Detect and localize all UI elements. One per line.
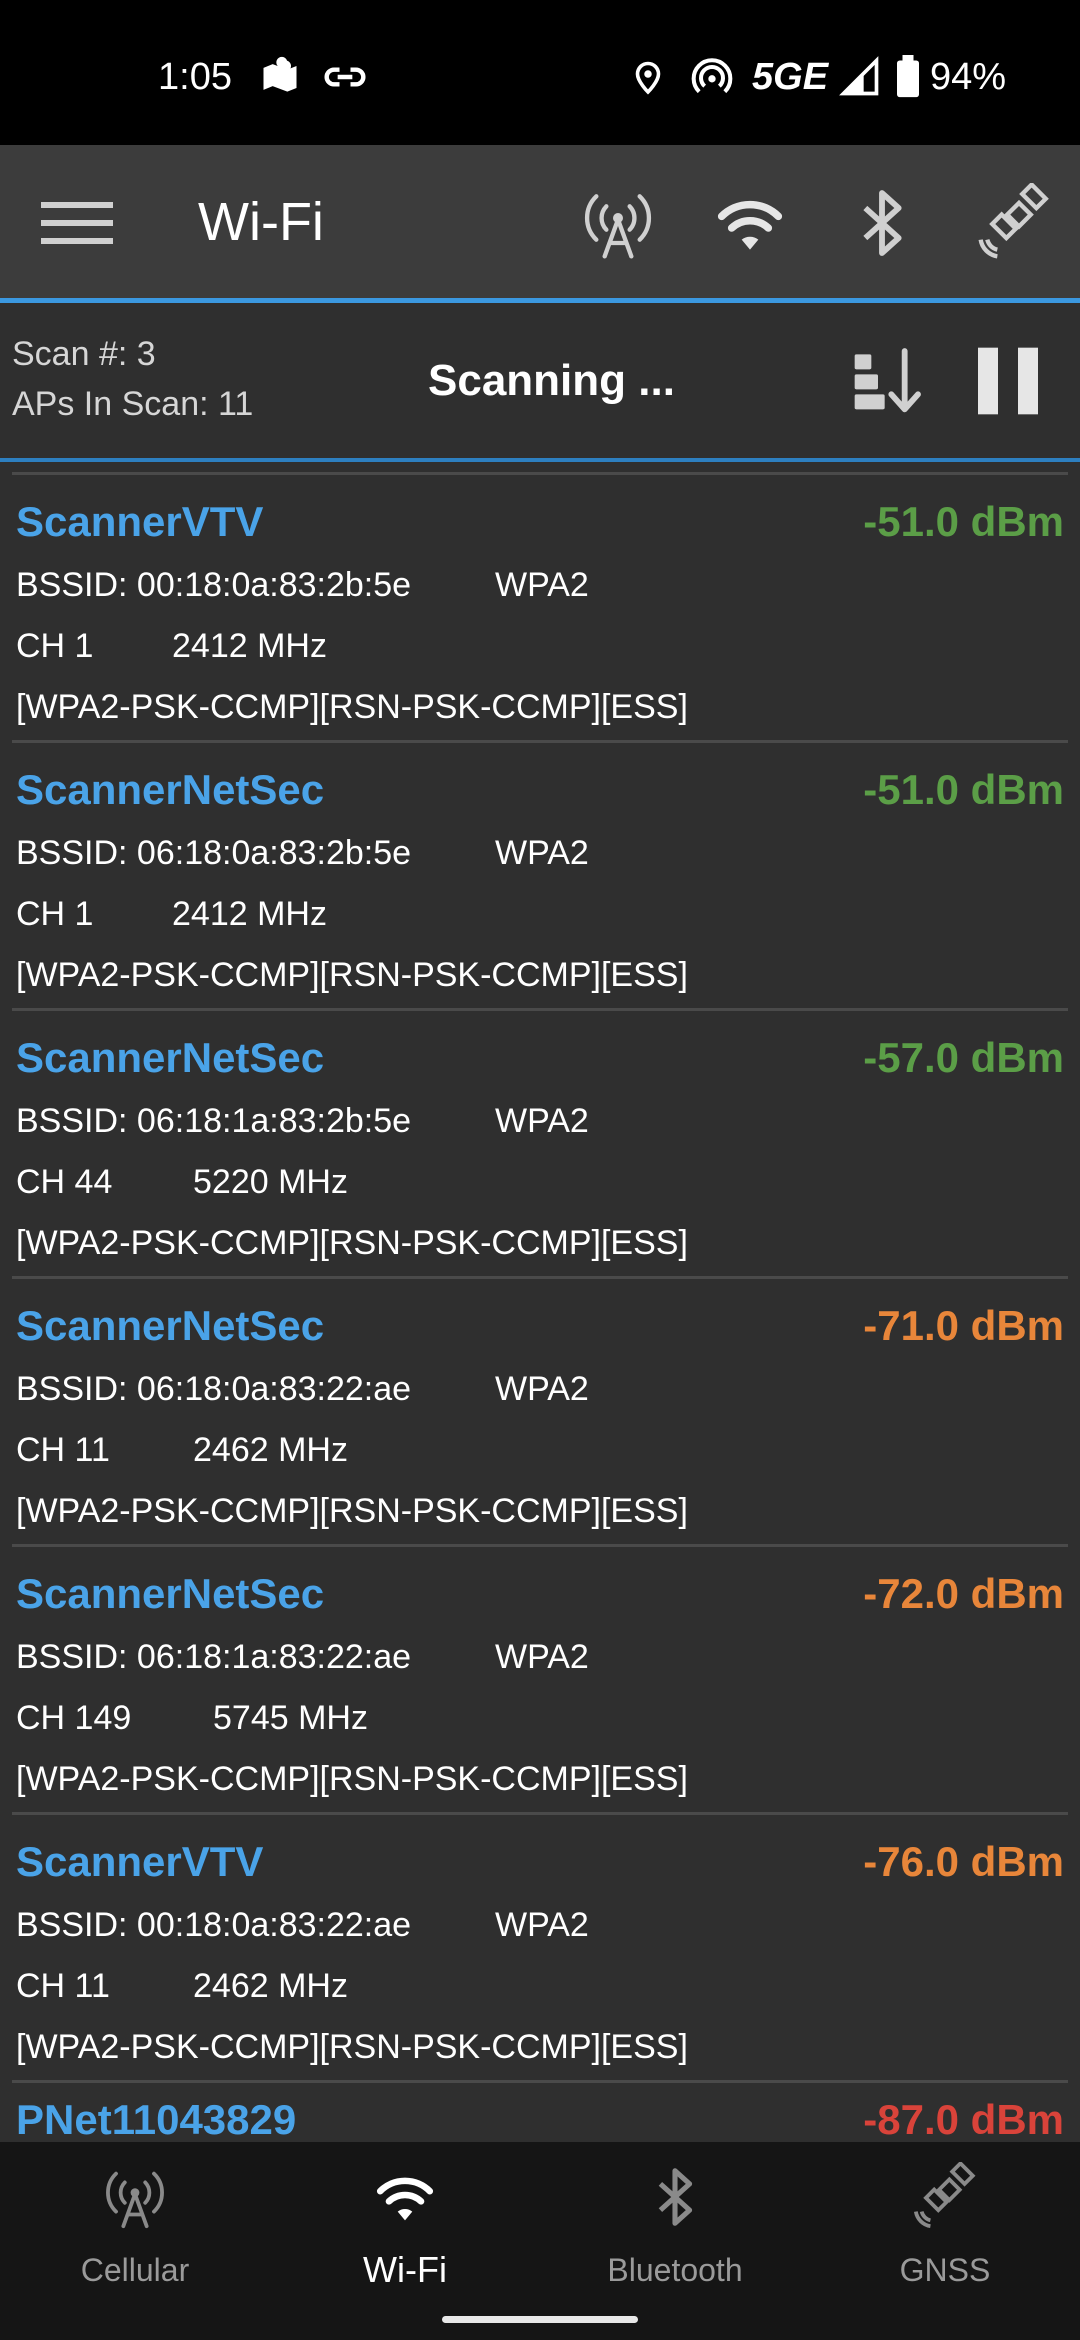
ap-ssid: PNet11043829	[16, 2096, 297, 2142]
status-time: 1:05	[158, 56, 232, 98]
bluetooth-icon[interactable]	[842, 183, 922, 263]
tab-gnss[interactable]: GNSS	[810, 2142, 1080, 2302]
ap-frequency: 2412 MHz	[172, 627, 327, 665]
list-item[interactable]: ScannerNetSec -72.0 dBm BSSID: 06:18:1a:…	[0, 1544, 1080, 1812]
ap-capabilities: [WPA2-PSK-CCMP][RSN-PSK-CCMP][ESS]	[16, 1760, 688, 1798]
list-item[interactable]: PNet11043829 -87.0 dBm	[0, 2080, 1080, 2142]
list-item[interactable]: ScannerNetSec -71.0 dBm BSSID: 06:18:0a:…	[0, 1276, 1080, 1544]
ap-ssid: ScannerVTV	[16, 1838, 264, 1885]
bluetooth-icon	[640, 2162, 710, 2232]
ap-security: WPA2	[495, 1906, 589, 1944]
ap-security: WPA2	[495, 1638, 589, 1676]
hotspot-icon	[690, 55, 734, 99]
ap-signal: -76.0 dBm	[863, 1838, 1064, 1885]
satellite-icon[interactable]	[974, 183, 1054, 263]
ap-signal: -51.0 dBm	[863, 766, 1064, 813]
satellite-icon	[910, 2162, 980, 2232]
scan-status: Scanning ...	[428, 356, 675, 405]
ap-security: WPA2	[495, 1370, 589, 1408]
ap-channel: CH 1	[16, 895, 94, 933]
bottom-navigation: Cellular Wi-Fi Bluetooth GNSS	[0, 2142, 1080, 2340]
ap-bssid: BSSID: 06:18:0a:83:22:ae	[16, 1370, 412, 1408]
ap-signal: -87.0 dBm	[863, 2096, 1064, 2142]
ap-channel: CH 11	[16, 1967, 110, 2005]
divider	[12, 1812, 1068, 1815]
ap-frequency: 2412 MHz	[172, 895, 327, 933]
tab-label: Wi-Fi	[363, 2249, 447, 2290]
pause-icon[interactable]	[968, 341, 1048, 421]
divider	[12, 2080, 1068, 2083]
page-title: Wi-Fi	[198, 192, 324, 252]
ap-security: WPA2	[495, 1102, 589, 1140]
battery-percent: 94%	[930, 56, 1007, 98]
divider	[12, 1008, 1068, 1011]
ap-signal: -72.0 dBm	[863, 1570, 1064, 1617]
list-item[interactable]: ScannerVTV -76.0 dBm BSSID: 00:18:0a:83:…	[0, 1812, 1080, 2080]
tab-wifi[interactable]: Wi-Fi	[270, 2142, 540, 2302]
link-icon	[322, 55, 368, 99]
gesture-bar[interactable]	[442, 2316, 638, 2323]
ap-bssid: BSSID: 00:18:0a:83:2b:5e	[16, 566, 412, 604]
ap-bssid: BSSID: 06:18:1a:83:22:ae	[16, 1638, 412, 1676]
location-icon	[630, 55, 666, 99]
ap-ssid: ScannerNetSec	[16, 1034, 325, 1081]
divider	[12, 472, 1068, 475]
list-item[interactable]: ScannerNetSec -57.0 dBm BSSID: 06:18:1a:…	[0, 1008, 1080, 1276]
ap-capabilities: [WPA2-PSK-CCMP][RSN-PSK-CCMP][ESS]	[16, 1224, 688, 1262]
ap-capabilities: [WPA2-PSK-CCMP][RSN-PSK-CCMP][ESS]	[16, 688, 688, 726]
cell-tower-icon[interactable]	[578, 183, 658, 263]
ap-bssid: BSSID: 06:18:0a:83:2b:5e	[16, 834, 412, 872]
ap-signal: -57.0 dBm	[863, 1034, 1064, 1081]
ap-signal: -51.0 dBm	[863, 498, 1064, 545]
status-bar: 1:05 5GE 94%	[0, 0, 1080, 145]
ap-frequency: 5220 MHz	[193, 1163, 348, 1201]
tab-label: Bluetooth	[607, 2252, 743, 2288]
ap-channel: CH 44	[16, 1163, 113, 1201]
ap-bssid: BSSID: 06:18:1a:83:2b:5e	[16, 1102, 412, 1140]
ap-ssid: ScannerVTV	[16, 498, 264, 545]
ap-ssid: ScannerNetSec	[16, 1570, 325, 1617]
signal-icon	[838, 55, 882, 99]
menu-icon[interactable]	[38, 193, 116, 253]
app-toolbar: Wi-Fi	[0, 145, 1080, 298]
ap-signal: -71.0 dBm	[863, 1302, 1064, 1349]
list-item[interactable]: ScannerNetSec -51.0 dBm BSSID: 06:18:0a:…	[0, 740, 1080, 1008]
divider	[12, 740, 1068, 743]
ap-security: WPA2	[495, 566, 589, 604]
wifi-icon	[370, 2162, 440, 2232]
tab-bluetooth[interactable]: Bluetooth	[540, 2142, 810, 2302]
access-point-list[interactable]: ScannerVTV -51.0 dBm BSSID: 00:18:0a:83:…	[0, 462, 1080, 2142]
ap-frequency: 2462 MHz	[193, 1967, 348, 2005]
ap-frequency: 5745 MHz	[213, 1699, 368, 1737]
map-icon	[258, 55, 302, 99]
ap-channel: CH 1	[16, 627, 94, 665]
ap-capabilities: [WPA2-PSK-CCMP][RSN-PSK-CCMP][ESS]	[16, 1492, 688, 1530]
tab-label: Cellular	[80, 2252, 190, 2288]
ap-capabilities: [WPA2-PSK-CCMP][RSN-PSK-CCMP][ESS]	[16, 2028, 688, 2066]
battery-icon	[894, 55, 922, 99]
divider	[12, 1276, 1068, 1279]
tab-cellular[interactable]: Cellular	[0, 2142, 270, 2302]
list-item[interactable]: ScannerVTV -51.0 dBm BSSID: 00:18:0a:83:…	[0, 472, 1080, 740]
ap-channel: CH 11	[16, 1431, 110, 1469]
sort-icon[interactable]	[848, 341, 928, 421]
ap-bssid: BSSID: 00:18:0a:83:22:ae	[16, 1906, 412, 1944]
scan-info-bar: Scan #: 3 APs In Scan: 11 Scanning ...	[0, 303, 1080, 461]
ap-channel: CH 149	[16, 1699, 132, 1737]
network-type: 5GE	[752, 56, 829, 98]
wifi-icon[interactable]	[710, 183, 790, 263]
ap-ssid: ScannerNetSec	[16, 766, 325, 813]
aps-in-scan: APs In Scan: 11	[12, 385, 254, 423]
ap-capabilities: [WPA2-PSK-CCMP][RSN-PSK-CCMP][ESS]	[16, 956, 688, 994]
tab-label: GNSS	[899, 2252, 991, 2288]
ap-ssid: ScannerNetSec	[16, 1302, 325, 1349]
cell-tower-icon	[100, 2162, 170, 2232]
ap-security: WPA2	[495, 834, 589, 872]
scan-number: Scan #: 3	[12, 335, 156, 373]
divider	[12, 1544, 1068, 1547]
ap-frequency: 2462 MHz	[193, 1431, 348, 1469]
